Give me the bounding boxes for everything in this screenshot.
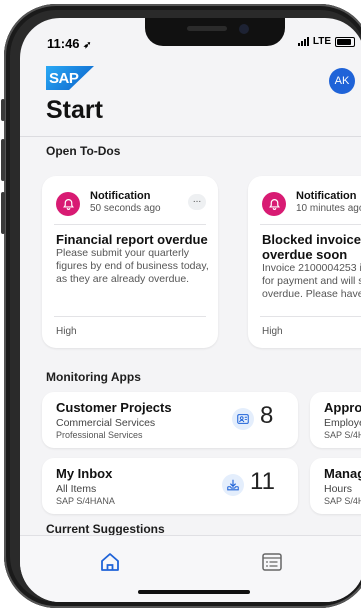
app-subtitle: Hours — [324, 483, 353, 495]
more-options-button[interactable]: ... — [188, 194, 206, 210]
app-title: Customer Projects — [56, 400, 172, 415]
inbox-download-icon — [222, 474, 244, 496]
app-system: Professional Services — [56, 430, 143, 440]
section-title-suggestions: Current Suggestions — [46, 522, 165, 536]
people-icon — [232, 408, 254, 430]
app-system: SAP S/4HANA — [56, 496, 115, 506]
status-time: 11:46 ➶ — [47, 36, 92, 51]
header-divider — [20, 136, 361, 137]
location-arrow-icon: ➶ — [83, 40, 92, 51]
app-title: Manage — [324, 466, 361, 481]
section-title-monitoring: Monitoring Apps — [46, 370, 141, 384]
volume-down-button — [1, 192, 5, 234]
notification-time: 50 seconds ago — [90, 203, 161, 214]
todo-body: Invoice 2100004253 is blocked for paymen… — [262, 262, 361, 300]
app-subtitle: Commercial Services — [56, 417, 156, 429]
app-card-approve[interactable]: Approve Employee SAP S/4HANA — [310, 392, 361, 448]
tab-home[interactable] — [98, 550, 122, 574]
app-count: 8 — [260, 402, 274, 429]
list-icon — [262, 553, 282, 571]
home-indicator — [138, 590, 250, 594]
speaker — [187, 26, 227, 31]
clock-text: 11:46 — [47, 36, 80, 51]
card-divider — [260, 224, 361, 225]
todo-heading: Blocked invoice overdue soon — [262, 232, 361, 262]
todo-card[interactable]: Notification 10 minutes ago Blocked invo… — [248, 176, 361, 348]
app-title: My Inbox — [56, 466, 113, 481]
tab-bar — [20, 535, 361, 602]
todo-heading: Financial report overdue — [56, 232, 208, 247]
card-divider — [260, 316, 361, 317]
notification-type: Notification — [296, 190, 357, 202]
priority-label: High — [56, 326, 77, 337]
phone-frame: 11:46 ➶ LTE SAP AK Start Open To-Dos Not… — [1, 4, 361, 608]
app-subtitle: Employee — [324, 417, 361, 429]
volume-up-button — [1, 139, 5, 181]
app-card-manage[interactable]: Manage Hours SAP S/4HANA — [310, 458, 361, 514]
notch — [145, 18, 285, 46]
priority-label: High — [262, 326, 283, 337]
section-title-todos: Open To-Dos — [46, 144, 121, 158]
card-divider — [54, 316, 206, 317]
battery-icon — [335, 36, 355, 47]
app-subtitle: All Items — [56, 483, 97, 495]
camera — [239, 24, 249, 34]
card-divider — [54, 224, 206, 225]
notification-type: Notification — [90, 190, 151, 202]
network-label: LTE — [312, 36, 331, 47]
app-title: Approve — [324, 400, 361, 415]
signal-icon — [297, 37, 309, 46]
mute-switch — [1, 99, 5, 121]
sap-logo: SAP — [46, 66, 94, 90]
bell-icon — [262, 192, 286, 216]
app-system: SAP S/4HANA — [324, 496, 361, 506]
home-icon — [101, 553, 119, 571]
avatar[interactable]: AK — [329, 68, 355, 94]
app-system: SAP S/4HANA — [324, 430, 361, 440]
tab-list[interactable] — [260, 550, 284, 574]
app-card-my-inbox[interactable]: My Inbox All Items SAP S/4HANA 11 — [42, 458, 298, 514]
todo-card[interactable]: Notification 50 seconds ago ... Financia… — [42, 176, 218, 348]
notification-time: 10 minutes ago — [296, 203, 361, 214]
todo-body: Please submit your quarterly figures by … — [56, 247, 209, 285]
app-count: 11 — [250, 468, 275, 495]
bell-icon — [56, 192, 80, 216]
app-card-customer-projects[interactable]: Customer Projects Commercial Services Pr… — [42, 392, 298, 448]
status-indicators: LTE — [297, 36, 355, 47]
phone-screen: 11:46 ➶ LTE SAP AK Start Open To-Dos Not… — [20, 18, 361, 602]
page-title: Start — [46, 96, 103, 124]
